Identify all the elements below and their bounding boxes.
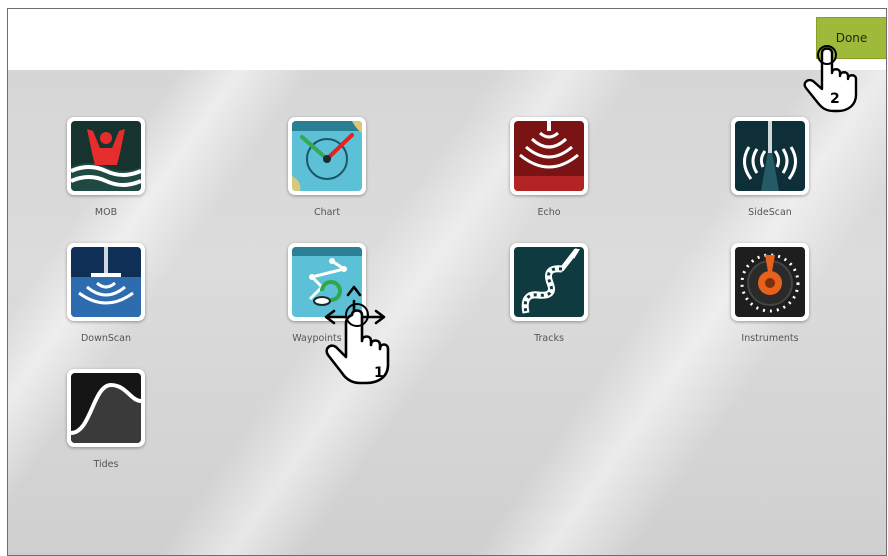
- app-tile-tides[interactable]: Tides: [46, 369, 166, 479]
- mob-icon: [67, 117, 145, 195]
- step-number: 2: [830, 91, 840, 107]
- app-tile-sidescan[interactable]: SideScan: [710, 117, 830, 227]
- app-label: Chart: [313, 207, 341, 218]
- app-label: Tracks: [534, 333, 564, 344]
- downscan-icon: [67, 243, 145, 321]
- app-label: SideScan: [748, 207, 792, 218]
- chart-icon: [288, 117, 366, 195]
- app-tile-instruments[interactable]: Instruments: [710, 243, 830, 353]
- app-tile-chart[interactable]: Chart: [267, 117, 387, 227]
- sidescan-icon: [731, 117, 809, 195]
- app-label: Instruments: [741, 333, 799, 344]
- tides-icon: [67, 369, 145, 447]
- top-bar: Done: [8, 9, 886, 70]
- instruments-icon: [731, 243, 809, 321]
- app-grid: MOB Chart Echo SideScan DownScan Waypoin…: [8, 70, 886, 555]
- app-label: MOB: [94, 207, 118, 218]
- app-tile-mob[interactable]: MOB: [46, 117, 166, 227]
- drag-hand-icon: 1: [324, 285, 390, 385]
- app-label: DownScan: [80, 333, 131, 344]
- app-tile-downscan[interactable]: DownScan: [46, 243, 166, 353]
- app-tile-echo[interactable]: Echo: [489, 117, 609, 227]
- app-label: Tides: [93, 459, 119, 470]
- app-label: Echo: [537, 207, 561, 218]
- step-number: 1: [374, 365, 384, 381]
- echo-icon: [510, 117, 588, 195]
- tracks-icon: [510, 243, 588, 321]
- app-tile-tracks[interactable]: Tracks: [489, 243, 609, 353]
- tap-hand-icon: 2: [803, 45, 858, 113]
- app-screen: Done MOB Chart Echo SideScan DownScan Wa…: [7, 8, 887, 556]
